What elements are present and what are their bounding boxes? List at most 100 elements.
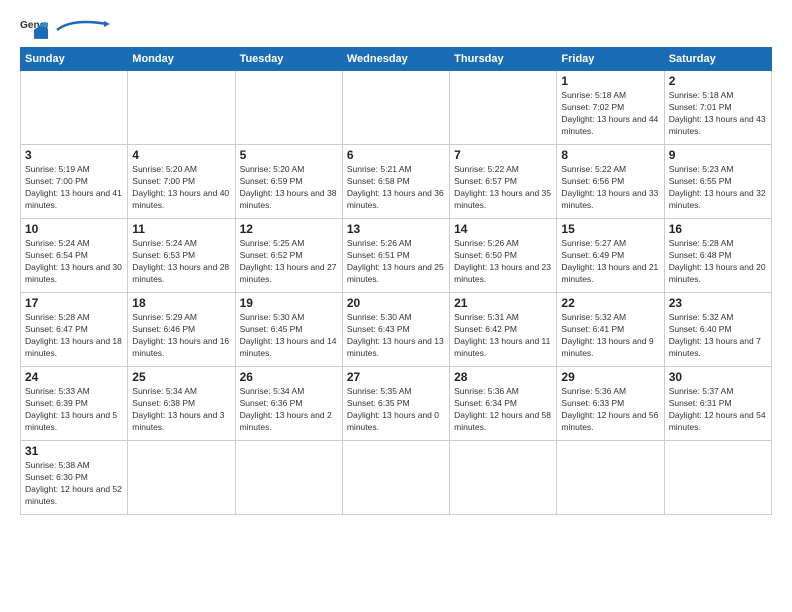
calendar-cell: 5 Sunrise: 5:20 AMSunset: 6:59 PMDaylight… [235, 145, 342, 219]
calendar-cell: 14Sunrise: 5:26 AMSunset: 6:50 PMDayligh… [450, 219, 557, 293]
day-info: Sunrise: 5:30 AMSunset: 6:45 PMDaylight:… [240, 312, 338, 360]
day-info: Sunrise: 5:26 AMSunset: 6:51 PMDaylight:… [347, 238, 445, 286]
day-number: 25 [132, 370, 230, 384]
day-number: 28 [454, 370, 552, 384]
calendar-cell: 9Sunrise: 5:23 AMSunset: 6:55 PMDaylight… [664, 145, 771, 219]
calendar-cell: 27Sunrise: 5:35 AMSunset: 6:35 PMDayligh… [342, 367, 449, 441]
weekday-header-wednesday: Wednesday [342, 48, 449, 71]
calendar-cell: 21 Sunrise: 5:31 AMSunset: 6:42 PMDayligh… [450, 293, 557, 367]
calendar-cell: 28 Sunrise: 5:36 AMSunset: 6:34 PMDayligh… [450, 367, 557, 441]
weekday-header-sunday: Sunday [21, 48, 128, 71]
day-number: 15 [561, 222, 659, 236]
calendar-cell: 22 Sunrise: 5:32 AMSunset: 6:41 PMDayligh… [557, 293, 664, 367]
day-info: Sunrise: 5:30 AMSunset: 6:43 PMDaylight:… [347, 312, 445, 360]
day-info: Sunrise: 5:37 AMSunset: 6:31 PMDaylight:… [669, 386, 767, 434]
day-number: 13 [347, 222, 445, 236]
day-number: 1 [561, 74, 659, 88]
calendar-cell: 19 Sunrise: 5:30 AMSunset: 6:45 PMDayligh… [235, 293, 342, 367]
day-info: Sunrise: 5:25 AMSunset: 6:52 PMDaylight:… [240, 238, 338, 286]
page: General SundayMondayTuesdayWednesdayTh [0, 0, 792, 612]
day-info: Sunrise: 5:27 AMSunset: 6:49 PMDaylight:… [561, 238, 659, 286]
day-info: Sunrise: 5:18 AMSunset: 7:01 PMDaylight:… [669, 90, 767, 138]
day-number: 8 [561, 148, 659, 162]
day-number: 4 [132, 148, 230, 162]
day-info: Sunrise: 5:34 AMSunset: 6:36 PMDaylight:… [240, 386, 338, 434]
weekday-header-thursday: Thursday [450, 48, 557, 71]
day-number: 30 [669, 370, 767, 384]
day-info: Sunrise: 5:34 AMSunset: 6:38 PMDaylight:… [132, 386, 230, 434]
day-number: 22 [561, 296, 659, 310]
day-number: 29 [561, 370, 659, 384]
calendar-cell [342, 441, 449, 515]
calendar-cell [450, 71, 557, 145]
calendar-table: SundayMondayTuesdayWednesdayThursdayFrid… [20, 47, 772, 515]
calendar-cell: 17 Sunrise: 5:28 AMSunset: 6:47 PMDayligh… [21, 293, 128, 367]
calendar-cell: 2 Sunrise: 5:18 AMSunset: 7:01 PMDaylight… [664, 71, 771, 145]
day-number: 2 [669, 74, 767, 88]
calendar-cell: 1Sunrise: 5:18 AMSunset: 7:02 PMDaylight… [557, 71, 664, 145]
calendar-cell [342, 71, 449, 145]
day-number: 11 [132, 222, 230, 236]
calendar-cell: 13 Sunrise: 5:26 AMSunset: 6:51 PMDayligh… [342, 219, 449, 293]
calendar-cell: 7Sunrise: 5:22 AMSunset: 6:57 PMDaylight… [450, 145, 557, 219]
calendar-cell [235, 441, 342, 515]
day-number: 5 [240, 148, 338, 162]
calendar-cell [557, 441, 664, 515]
calendar-week-row: 1Sunrise: 5:18 AMSunset: 7:02 PMDaylight… [21, 71, 772, 145]
header: General [20, 16, 772, 39]
day-number: 18 [132, 296, 230, 310]
day-info: Sunrise: 5:32 AMSunset: 6:40 PMDaylight:… [669, 312, 767, 360]
day-info: Sunrise: 5:32 AMSunset: 6:41 PMDaylight:… [561, 312, 659, 360]
day-number: 23 [669, 296, 767, 310]
day-info: Sunrise: 5:36 AMSunset: 6:34 PMDaylight:… [454, 386, 552, 434]
day-number: 21 [454, 296, 552, 310]
day-info: Sunrise: 5:24 AMSunset: 6:53 PMDaylight:… [132, 238, 230, 286]
day-number: 16 [669, 222, 767, 236]
calendar-cell: 23 Sunrise: 5:32 AMSunset: 6:40 PMDayligh… [664, 293, 771, 367]
day-number: 20 [347, 296, 445, 310]
day-info: Sunrise: 5:36 AMSunset: 6:33 PMDaylight:… [561, 386, 659, 434]
weekday-header-row: SundayMondayTuesdayWednesdayThursdayFrid… [21, 48, 772, 71]
calendar-cell: 26 Sunrise: 5:34 AMSunset: 6:36 PMDayligh… [235, 367, 342, 441]
calendar-cell: 3Sunrise: 5:19 AMSunset: 7:00 PMDaylight… [21, 145, 128, 219]
calendar-cell: 18Sunrise: 5:29 AMSunset: 6:46 PMDayligh… [128, 293, 235, 367]
day-info: Sunrise: 5:28 AMSunset: 6:47 PMDaylight:… [25, 312, 123, 360]
calendar-cell [128, 71, 235, 145]
weekday-header-tuesday: Tuesday [235, 48, 342, 71]
day-info: Sunrise: 5:19 AMSunset: 7:00 PMDaylight:… [25, 164, 123, 212]
calendar-week-row: 24 Sunrise: 5:33 AMSunset: 6:39 PMDayligh… [21, 367, 772, 441]
calendar-cell [128, 441, 235, 515]
day-number: 10 [25, 222, 123, 236]
day-number: 24 [25, 370, 123, 384]
day-info: Sunrise: 5:38 AMSunset: 6:30 PMDaylight:… [25, 460, 123, 508]
logo-swoosh [52, 16, 112, 34]
day-info: Sunrise: 5:31 AMSunset: 6:42 PMDaylight:… [454, 312, 552, 360]
calendar-cell: 16 Sunrise: 5:28 AMSunset: 6:48 PMDayligh… [664, 219, 771, 293]
calendar-week-row: 17 Sunrise: 5:28 AMSunset: 6:47 PMDayligh… [21, 293, 772, 367]
day-number: 12 [240, 222, 338, 236]
calendar-cell: 31Sunrise: 5:38 AMSunset: 6:30 PMDayligh… [21, 441, 128, 515]
day-info: Sunrise: 5:28 AMSunset: 6:48 PMDaylight:… [669, 238, 767, 286]
calendar-cell: 29 Sunrise: 5:36 AMSunset: 6:33 PMDayligh… [557, 367, 664, 441]
day-info: Sunrise: 5:22 AMSunset: 6:57 PMDaylight:… [454, 164, 552, 212]
day-info: Sunrise: 5:26 AMSunset: 6:50 PMDaylight:… [454, 238, 552, 286]
day-info: Sunrise: 5:24 AMSunset: 6:54 PMDaylight:… [25, 238, 123, 286]
calendar-cell: 15 Sunrise: 5:27 AMSunset: 6:49 PMDayligh… [557, 219, 664, 293]
day-number: 6 [347, 148, 445, 162]
calendar-cell: 8 Sunrise: 5:22 AMSunset: 6:56 PMDaylight… [557, 145, 664, 219]
calendar-cell [450, 441, 557, 515]
weekday-header-monday: Monday [128, 48, 235, 71]
calendar-cell: 12 Sunrise: 5:25 AMSunset: 6:52 PMDayligh… [235, 219, 342, 293]
day-number: 17 [25, 296, 123, 310]
logo: General [20, 16, 112, 39]
day-info: Sunrise: 5:22 AMSunset: 6:56 PMDaylight:… [561, 164, 659, 212]
calendar-week-row: 3Sunrise: 5:19 AMSunset: 7:00 PMDaylight… [21, 145, 772, 219]
weekday-header-saturday: Saturday [664, 48, 771, 71]
day-info: Sunrise: 5:35 AMSunset: 6:35 PMDaylight:… [347, 386, 445, 434]
day-number: 19 [240, 296, 338, 310]
day-info: Sunrise: 5:20 AMSunset: 6:59 PMDaylight:… [240, 164, 338, 212]
day-info: Sunrise: 5:33 AMSunset: 6:39 PMDaylight:… [25, 386, 123, 434]
day-number: 26 [240, 370, 338, 384]
day-info: Sunrise: 5:23 AMSunset: 6:55 PMDaylight:… [669, 164, 767, 212]
calendar-cell [235, 71, 342, 145]
